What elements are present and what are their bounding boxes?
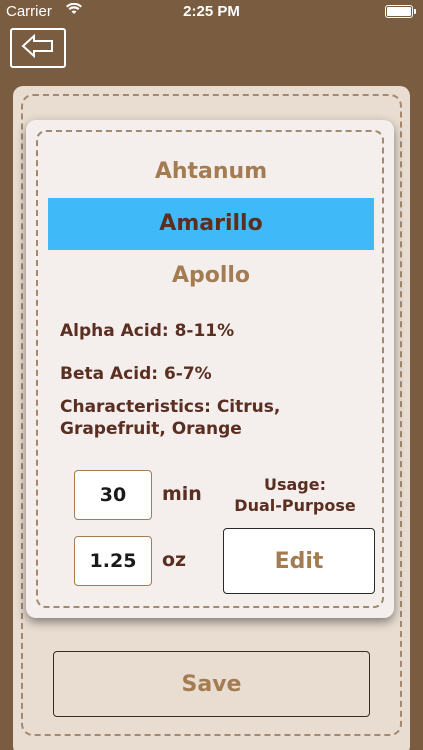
amount-unit-label: oz bbox=[162, 549, 187, 571]
usage-value: Dual-Purpose bbox=[234, 496, 356, 515]
status-bar: Carrier 2:25 PM bbox=[0, 0, 423, 24]
time-unit-label: min bbox=[162, 483, 202, 505]
back-button[interactable] bbox=[10, 28, 66, 68]
hop-option-apollo[interactable]: Apollo bbox=[48, 250, 374, 302]
characteristics-label: Characteristics: Citrus, Grapefruit, Ora… bbox=[60, 397, 281, 439]
hop-card: Ahtanum Amarillo Apollo Alpha Acid: 8-11… bbox=[26, 120, 394, 618]
amount-input[interactable] bbox=[74, 536, 152, 586]
back-arrow-icon bbox=[21, 33, 55, 62]
save-button[interactable]: Save bbox=[53, 651, 370, 717]
hop-option-ahtanum[interactable]: Ahtanum bbox=[48, 146, 374, 198]
usage-label: Usage: bbox=[263, 475, 326, 494]
hop-option-amarillo[interactable]: Amarillo bbox=[48, 198, 374, 250]
alpha-acid-label: Alpha Acid: 8-11% bbox=[60, 321, 235, 341]
usage-info: Usage: Dual-Purpose bbox=[222, 474, 368, 516]
navigation-bar bbox=[0, 24, 423, 72]
clock: 2:25 PM bbox=[183, 3, 240, 20]
edit-button[interactable]: Edit bbox=[223, 528, 375, 594]
boil-time-input[interactable] bbox=[74, 470, 152, 520]
battery-icon bbox=[385, 5, 416, 18]
beta-acid-label: Beta Acid: 6-7% bbox=[60, 364, 212, 384]
